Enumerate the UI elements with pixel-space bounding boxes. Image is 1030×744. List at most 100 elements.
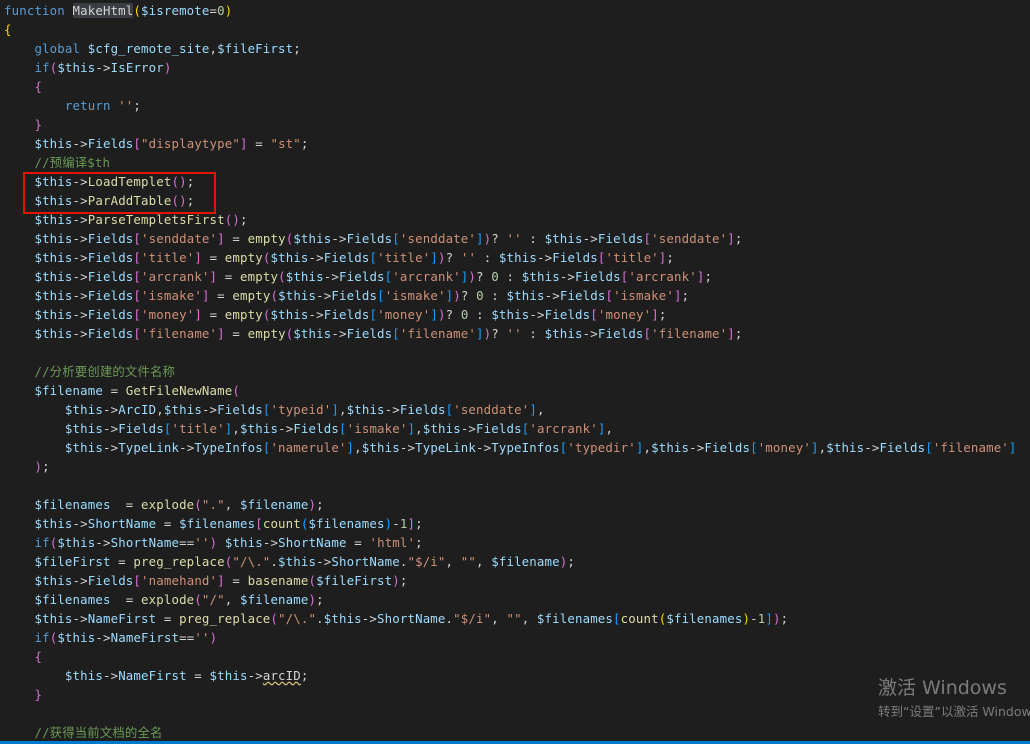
code-token: ? [445, 307, 461, 322]
code-token: . [316, 611, 324, 626]
code-token: $this [422, 421, 461, 436]
code-token: ; [316, 497, 324, 512]
code-token: [ [133, 136, 142, 151]
code-token: -> [95, 535, 111, 550]
code-token: , [643, 440, 652, 455]
code-token: , [491, 611, 507, 626]
code-token: ) [224, 3, 233, 18]
code-token: ; [239, 212, 248, 227]
code-token: 'ismake' [141, 288, 202, 303]
code-token: 'arcrank' [392, 269, 461, 284]
code-token: = [110, 592, 142, 607]
code-token: TypeInfos [491, 440, 560, 455]
code-token: -> [72, 307, 88, 322]
code-token: ) [392, 573, 400, 588]
code-token: Fields [597, 231, 644, 246]
code-token: [ [133, 250, 142, 265]
code-token: $filenames [308, 516, 385, 531]
code-token: -> [689, 440, 705, 455]
code-token: $this [270, 307, 309, 322]
code-token: "$/i" [407, 554, 446, 569]
code-token: = [247, 136, 271, 151]
code-token: : [521, 326, 545, 341]
code-token: preg_replace [133, 554, 225, 569]
code-token: '' [194, 630, 210, 645]
code-token: ( [194, 497, 202, 512]
code-token: global [34, 41, 88, 56]
code-token: $this [285, 269, 324, 284]
code-line: $this->LoadTemplet(); [4, 172, 1017, 191]
code-token: $filename [240, 592, 309, 607]
code-token: '' [506, 326, 522, 341]
code-token: , [476, 554, 492, 569]
code-line: $fileFirst = preg_replace("/\.".$this->S… [4, 552, 1017, 571]
code-token: -> [72, 212, 88, 227]
code-token: ) [163, 60, 172, 75]
code-token: -> [102, 421, 119, 436]
code-token: , [605, 421, 614, 436]
code-token: $this [34, 307, 73, 322]
code-token: ShortName [331, 554, 400, 569]
code-token: $this [240, 421, 279, 436]
code-token: 'money' [141, 307, 195, 322]
code-token: = [209, 3, 218, 18]
code-line: $filenames = explode("/", $filename); [4, 590, 1017, 609]
code-token: [ [133, 269, 142, 284]
code-token: Fields [331, 288, 378, 303]
code-token: () [171, 174, 187, 189]
code-token: '' [506, 231, 522, 246]
code-token: TypeLink [415, 440, 476, 455]
code-token: TypeLink [118, 440, 180, 455]
code-token: $this [361, 440, 400, 455]
code-token: , [536, 402, 545, 417]
code-token: -> [399, 440, 416, 455]
code-token: Fields [217, 402, 263, 417]
code-token: ] [430, 250, 438, 265]
code-token: $filenames [179, 516, 256, 531]
code-token: == [179, 630, 195, 645]
code-token: Fields [293, 421, 339, 436]
code-token: , [521, 611, 537, 626]
code-token: $this [491, 307, 530, 322]
code-token: empty [247, 326, 286, 341]
code-token: -> [529, 307, 545, 322]
code-token: ] [331, 402, 339, 417]
code-line: return ''; [4, 96, 1017, 115]
code-line: $this->ShortName = $filenames[count($fil… [4, 514, 1017, 533]
code-token: ] [217, 573, 225, 588]
code-token: $this [651, 440, 690, 455]
code-token: ; [704, 269, 713, 284]
code-token: ] [239, 136, 248, 151]
code-token: = [224, 326, 248, 341]
code-line: $this->Fields['title'],$this->Fields['is… [4, 419, 1017, 438]
code-token: . [445, 611, 454, 626]
code-token: //分析要创建的文件名称 [34, 364, 176, 379]
code-token: ; [415, 535, 423, 550]
code-token: [ [133, 288, 142, 303]
code-token: [ [133, 326, 142, 341]
code-token: Fields [339, 269, 385, 284]
code-token: $cfg_remote_site [87, 41, 210, 56]
code-token: $filenames [34, 497, 111, 512]
code-token: -> [72, 193, 88, 208]
code-line: } [4, 115, 1017, 134]
code-token: Fields [879, 440, 926, 455]
code-token: ( [308, 573, 317, 588]
code-token: Fields [704, 440, 751, 455]
code-line: $this->Fields['filename'] = empty($this-… [4, 324, 1017, 343]
code-token: arcID [262, 668, 301, 683]
code-token: ; [415, 516, 423, 531]
code-editor[interactable]: function MakeHtml($isremote=0){ global $… [0, 0, 1030, 744]
code-token: count [262, 516, 301, 531]
code-token: $this [224, 535, 263, 550]
